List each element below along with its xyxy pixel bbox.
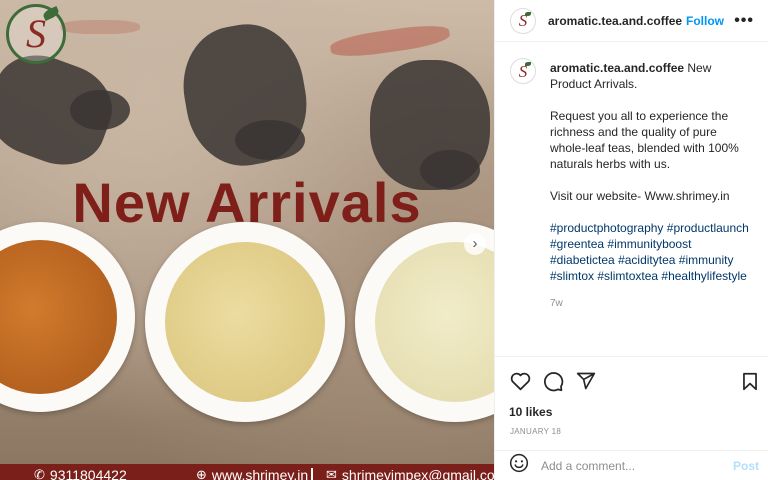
contact-band: ✆ 9311804422 ⊕ www.shrimey.in ✉ shrimeyi… [0, 464, 494, 480]
emoji-icon[interactable] [509, 453, 529, 478]
tea-leaf-pile [235, 120, 305, 160]
contact-email: ✉ shrimeyimpex@gmail.com [326, 467, 494, 480]
hashtag-link[interactable]: #immunityboost [607, 237, 691, 251]
caption-username[interactable]: aromatic.tea.and.coffee [550, 61, 684, 75]
hashtag-link[interactable]: #healthylifestyle [661, 269, 746, 283]
comment-icon[interactable] [542, 370, 564, 392]
post-actions-section: 10 likes JANUARY 18 [495, 356, 768, 436]
hashtag-link[interactable]: #slimtox [550, 269, 594, 283]
footer-divider [311, 468, 313, 480]
contact-website: ⊕ www.shrimey.in [196, 467, 308, 480]
leaf-icon [41, 6, 61, 21]
comment-bar: Post [495, 450, 768, 480]
hashtag-link[interactable]: #diabetictea [550, 253, 615, 267]
more-options-icon[interactable]: ••• [734, 12, 754, 30]
post-comment-button[interactable]: Post [733, 459, 759, 473]
tea-leaf-pile [70, 90, 130, 130]
caption: S aromatic.tea.and.coffee New Product Ar… [495, 42, 768, 312]
next-image-arrow-icon[interactable]: › [464, 233, 486, 255]
header-username[interactable]: aromatic.tea.and.coffee [548, 14, 682, 28]
hashtag-link[interactable]: #productphotography [550, 221, 663, 235]
tea-cup-left [0, 222, 135, 412]
action-bar [495, 357, 768, 393]
post-date: JANUARY 18 [510, 427, 562, 436]
heart-icon[interactable] [509, 370, 531, 392]
tea-cup-middle [145, 222, 345, 422]
image-texture [329, 21, 451, 61]
time-ago[interactable]: 7w [550, 296, 754, 312]
post-sidebar: S aromatic.tea.and.coffee Follow ••• S a… [494, 0, 768, 480]
share-icon[interactable] [575, 370, 597, 392]
phone-icon: ✆ [34, 467, 45, 480]
caption-website: Visit our website- Www.shrimey.in [550, 189, 730, 203]
hashtag-link[interactable]: #greentea [550, 237, 604, 251]
hashtag-link[interactable]: #aciditytea [618, 253, 675, 267]
bookmark-icon[interactable] [739, 370, 761, 392]
comment-input[interactable] [541, 458, 721, 473]
hashtag-list: #productphotography #productlaunch #gree… [550, 220, 754, 284]
mail-icon: ✉ [326, 467, 337, 480]
caption-avatar[interactable]: S [510, 58, 536, 84]
caption-paragraph: Request you all to experience the richne… [550, 109, 739, 171]
caption-body: aromatic.tea.and.coffee New Product Arri… [550, 60, 754, 312]
image-texture [60, 20, 140, 34]
hashtag-link[interactable]: #immunity [679, 253, 734, 267]
likes-count[interactable]: 10 likes [495, 393, 768, 419]
hashtag-link[interactable]: #productlaunch [667, 221, 749, 235]
brand-logo: S [6, 4, 66, 64]
globe-icon: ⊕ [196, 467, 207, 480]
follow-button[interactable]: Follow [686, 14, 724, 28]
hashtag-link[interactable]: #slimtoxtea [597, 269, 658, 283]
avatar[interactable]: S [510, 7, 536, 34]
contact-phone: ✆ 9311804422 [34, 467, 127, 480]
post-image[interactable]: S New Arrivals › ✆ 9311804422 ⊕ www.shri… [0, 0, 494, 480]
post-header: S aromatic.tea.and.coffee Follow ••• [495, 0, 768, 42]
